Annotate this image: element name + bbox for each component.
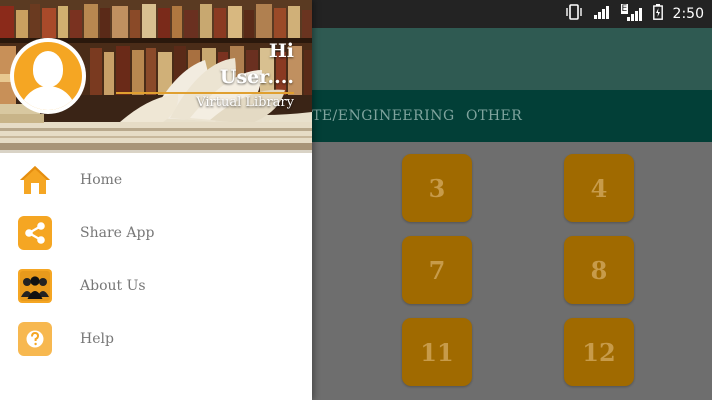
navigation-drawer: Hi User.... Virtual Library Home Share A… <box>0 0 312 400</box>
tab-other[interactable]: OTHER <box>466 90 522 142</box>
network-badge: E <box>620 4 629 14</box>
menu-label: Home <box>80 171 123 188</box>
menu-item-share-app[interactable]: Share App <box>0 206 312 259</box>
menu-label: Share App <box>80 224 155 241</box>
menu-label: Help <box>80 330 114 347</box>
vibrate-icon <box>565 4 583 24</box>
signal-icon <box>593 4 611 24</box>
menu-item-home[interactable]: Home <box>0 153 312 206</box>
grid-tile[interactable]: 3 <box>402 154 472 222</box>
people-icon <box>18 269 52 303</box>
drawer-menu: Home Share App About Us Help <box>0 153 312 365</box>
menu-label: About Us <box>80 277 146 294</box>
drawer-header: Hi User.... Virtual Library <box>0 0 312 150</box>
app-subtitle: Virtual Library <box>196 95 294 110</box>
menu-item-help[interactable]: Help <box>0 312 312 365</box>
signal-data-icon: E <box>620 4 643 22</box>
home-icon <box>18 163 52 197</box>
greeting-text: Hi <box>268 40 294 62</box>
tab-engineering[interactable]: TE/ENGINEERING <box>312 90 455 142</box>
grid-tile[interactable]: 4 <box>564 154 634 222</box>
share-icon <box>18 216 52 250</box>
battery-icon <box>652 4 663 24</box>
clock: 2:50 <box>672 6 704 22</box>
header-divider <box>116 92 294 94</box>
grid-tile[interactable]: 8 <box>564 236 634 304</box>
grid-tile[interactable]: 11 <box>402 318 472 386</box>
user-avatar[interactable] <box>10 38 86 114</box>
user-silhouette-icon <box>14 42 82 110</box>
menu-item-about-us[interactable]: About Us <box>0 259 312 312</box>
help-icon <box>18 322 52 356</box>
grid-tile[interactable]: 12 <box>564 318 634 386</box>
user-name: User.... <box>219 66 294 88</box>
grid-tile[interactable]: 7 <box>402 236 472 304</box>
